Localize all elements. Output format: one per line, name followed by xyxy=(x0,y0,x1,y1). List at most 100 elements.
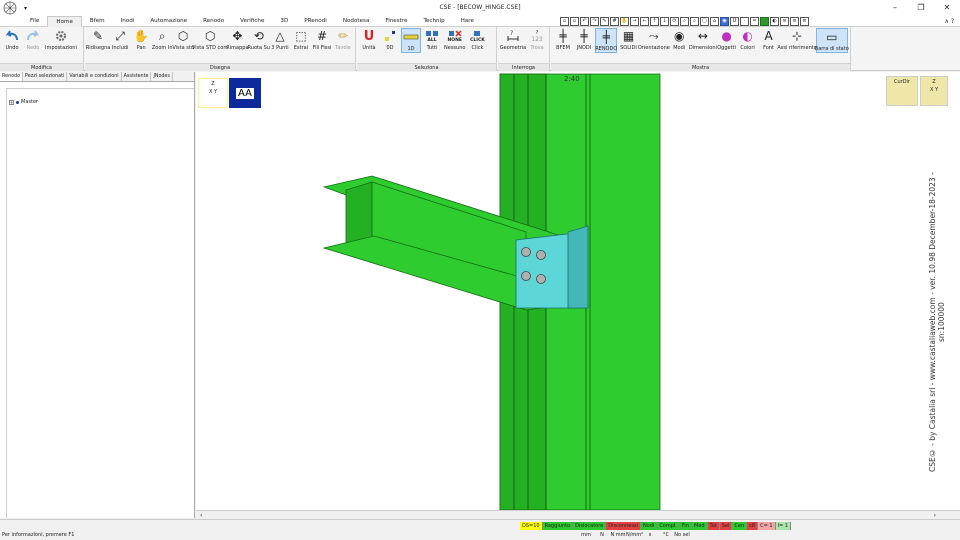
font-button[interactable]: A Font xyxy=(759,28,779,53)
orientazione-button[interactable]: ⤳ Orientazione xyxy=(638,28,670,53)
layer2-icon[interactable]: ≡ xyxy=(790,17,799,26)
status-badge-c-1[interactable]: C= 1 xyxy=(758,522,776,530)
arrow-right-icon[interactable]: → xyxy=(630,17,639,26)
unit-button[interactable]: U Unità xyxy=(359,28,379,53)
select-0d-button[interactable]: 0D xyxy=(380,28,400,53)
antialias-button[interactable]: AA xyxy=(229,78,261,108)
redo-icon[interactable]: ↷ xyxy=(590,17,599,26)
color-icon[interactable]: ◐ xyxy=(770,17,779,26)
bolt[interactable] xyxy=(536,250,546,260)
maximize-button[interactable]: ❐ xyxy=(908,0,934,16)
arrow-left-icon[interactable]: ← xyxy=(640,17,649,26)
save-icon[interactable]: ▫ xyxy=(560,17,569,26)
layer-icon[interactable]: ≡ xyxy=(780,17,789,26)
3d-model-scene[interactable]: 2:40 xyxy=(196,72,960,518)
panel-tab-renodo[interactable]: Renodo xyxy=(0,72,24,81)
bfem-button[interactable]: ╪ BFEM xyxy=(553,28,573,53)
ribbon-toggle[interactable]: ∧ ? xyxy=(945,16,954,27)
select-none-button[interactable]: NONE Nessuno xyxy=(443,28,466,53)
pan-button[interactable]: ✋ Pan xyxy=(131,28,151,51)
status-badge-fin[interactable]: Fin xyxy=(679,522,692,530)
bolt[interactable] xyxy=(521,271,531,281)
geometry-button[interactable]: ? Geometria xyxy=(500,28,526,51)
3-punti-button[interactable]: △ 3 Punti xyxy=(270,28,290,51)
expand-icon[interactable]: + xyxy=(9,99,14,105)
rotate-icon[interactable]: ⟳ xyxy=(670,17,679,26)
zoom-icon[interactable]: ⌕ xyxy=(680,17,689,26)
colori-button[interactable]: ◐ Colori xyxy=(738,28,758,53)
node-icon[interactable]: ⌂ xyxy=(710,17,719,26)
frame-icon[interactable]: ▢ xyxy=(700,17,709,26)
undo-button[interactable]: Undo xyxy=(2,28,22,51)
hand-icon[interactable]: ✋ xyxy=(620,17,629,26)
ruota-su-button[interactable]: ⟲ Ruota Su xyxy=(248,28,270,51)
menu-tab-bfem[interactable]: Bfem xyxy=(82,16,113,27)
select-click-button[interactable]: CLICK Click xyxy=(467,28,487,53)
vista-std-button[interactable]: ⬡ Vista std xyxy=(172,28,194,51)
menu-tab-nodotesa[interactable]: Nodotesa xyxy=(335,16,378,27)
settings-button[interactable]: Impostazioni xyxy=(44,28,78,51)
scroll-right-icon[interactable]: › xyxy=(934,512,936,519)
minimize-button[interactable]: – xyxy=(882,0,908,16)
select-1d-button[interactable]: 1D xyxy=(401,28,421,53)
zoom-in-button[interactable]: ⌕ Zoom In xyxy=(152,28,173,52)
bolt[interactable] xyxy=(521,247,531,257)
status-badge-sel[interactable]: Sel xyxy=(719,522,733,530)
oggetti-button[interactable]: ● Oggetti xyxy=(717,28,737,53)
beam-icon[interactable]: ═ xyxy=(750,17,759,26)
grid-icon[interactable]: # xyxy=(610,17,619,26)
connection-plate-side[interactable] xyxy=(567,225,589,309)
close-button[interactable]: ✕ xyxy=(934,0,960,16)
menu-tab-renodo[interactable]: Renodo xyxy=(195,16,232,27)
estrai-button[interactable]: ⬚ Estrai xyxy=(291,28,311,51)
solidi-button[interactable]: ▦ SOLIDI xyxy=(618,28,638,53)
redo-button[interactable]: Redo xyxy=(23,28,43,51)
modi-button[interactable]: ◉ Modi xyxy=(669,28,689,53)
status-badge-compl[interactable]: Compl. xyxy=(657,522,680,530)
status-badge-disconnessi[interactable]: Disconnessi xyxy=(606,522,641,530)
menu-tab-verifiche[interactable]: Verifiche xyxy=(232,16,272,27)
vista-std-corr-button[interactable]: ⬡ Vista STD corr. xyxy=(192,28,229,51)
tree-item-master[interactable]: + Master xyxy=(9,99,194,105)
panel-tab-assistente[interactable]: Assistente xyxy=(122,72,152,81)
menu-tab-inodi[interactable]: Inodi xyxy=(113,16,143,27)
point-icon[interactable]: · xyxy=(740,17,749,26)
zoom-out-icon[interactable]: ⌕ xyxy=(690,17,699,26)
status-badge-ds-10[interactable]: DS=10 xyxy=(520,522,543,530)
arrow-up-icon[interactable]: ↑ xyxy=(650,17,659,26)
undo-icon[interactable]: ↶ xyxy=(580,17,589,26)
status-badge-i-1[interactable]: I= 1 xyxy=(775,522,791,530)
ridisegna-button[interactable]: ✎ Ridisegna xyxy=(86,28,111,51)
includi-button[interactable]: ⤢ Includi xyxy=(110,28,130,52)
renodo-button[interactable]: ╪ RENODO xyxy=(595,28,618,53)
menu-tab-automazione[interactable]: Automazione xyxy=(142,16,195,27)
status-badge-c8[interactable]: c8 xyxy=(747,522,759,530)
panel-tab-jnodes[interactable]: JNodes xyxy=(151,72,173,81)
solid-icon[interactable] xyxy=(760,17,769,26)
menu-tab-file[interactable]: File xyxy=(22,16,47,27)
unit-icon[interactable]: U xyxy=(730,17,739,26)
assi-riferimento-button[interactable]: ⊹ Assi riferimento xyxy=(777,28,816,53)
view-icon[interactable]: ◉ xyxy=(720,17,729,26)
menu-tab-prenodi[interactable]: PRenodi xyxy=(296,16,335,27)
status-badge-nodi[interactable]: Nodi xyxy=(640,522,658,530)
rimappa-button[interactable]: ✥ Rimappa xyxy=(226,28,248,51)
panel-tab-variabili-e-condizioni[interactable]: Variabili e condizioni xyxy=(67,72,122,81)
pencil-icon[interactable]: ✎ xyxy=(600,17,609,26)
scroll-left-icon[interactable]: ‹ xyxy=(200,512,202,519)
status-badge-dislocatore[interactable]: Dislocatore xyxy=(573,522,607,530)
bolt[interactable] xyxy=(536,274,546,284)
status-badge-cen[interactable]: Cen xyxy=(732,522,748,530)
find-button[interactable]: ? 123 Trova xyxy=(527,28,547,52)
status-badge-tot[interactable]: Tot xyxy=(707,522,720,530)
jnodi-button[interactable]: ╪ JNODI xyxy=(574,28,594,53)
menu-tab-technip[interactable]: Technip xyxy=(415,16,452,27)
arrow-down-icon[interactable]: ↓ xyxy=(660,17,669,26)
menu-tab-hare[interactable]: Hare xyxy=(453,16,482,27)
current-direction-indicator[interactable]: CurDir xyxy=(886,76,918,106)
axis-indicator-secondary[interactable]: Z X Y xyxy=(920,76,948,106)
menu-tab-home[interactable]: Home xyxy=(47,16,82,27)
tavole-button[interactable]: ✏ Tavole xyxy=(333,28,353,51)
dimensioni-button[interactable]: ↔ Dimensioni xyxy=(689,28,717,53)
save-as-icon[interactable]: ▫ xyxy=(570,17,579,26)
